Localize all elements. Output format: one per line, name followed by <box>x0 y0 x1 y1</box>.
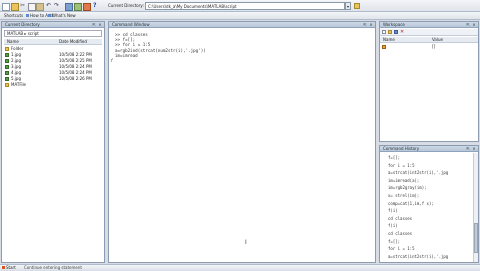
command-history-title: Command History <box>383 146 420 151</box>
column-value[interactable]: Value <box>432 37 443 43</box>
status-bar: Start Continue entering statement <box>0 264 480 270</box>
start-label: Start <box>6 265 16 270</box>
text-cursor-icon: I <box>245 239 247 246</box>
image-file-icon <box>5 59 9 63</box>
history-scrollbar[interactable] <box>473 153 478 262</box>
simulink-icon[interactable] <box>65 3 73 11</box>
scrollbar-thumb[interactable] <box>474 223 478 253</box>
undock-icon[interactable]: ⇱ <box>466 22 470 27</box>
cut-icon[interactable]: ✂ <box>20 3 26 9</box>
undock-icon[interactable]: ⇱ <box>92 22 96 27</box>
close-icon[interactable]: × <box>98 22 102 27</box>
folder-icon <box>5 47 9 51</box>
history-item[interactable]: f=[]; <box>388 155 400 160</box>
variable-value: [] <box>432 44 436 49</box>
command-line: im=imread <box>115 52 138 58</box>
current-directory-panel: Current Directory ⇱ × MATLAB ▸ script Na… <box>1 21 105 263</box>
open-folder-icon[interactable] <box>11 3 19 11</box>
workspace-panel: Workspace ⇱ × ✕ Name Value [] <box>379 21 479 142</box>
close-icon[interactable]: × <box>472 146 476 151</box>
history-item[interactable]: f(i) <box>388 223 398 228</box>
delete-icon[interactable]: ✕ <box>400 29 404 35</box>
guide-icon[interactable] <box>74 3 82 11</box>
add-icon <box>26 14 29 17</box>
workspace-header: Name Value <box>380 37 478 43</box>
help-icon[interactable]: ? <box>93 3 99 9</box>
undock-icon[interactable]: ⇱ <box>466 146 470 151</box>
image-file-icon <box>5 65 9 69</box>
image-file-icon <box>5 71 9 75</box>
history-item[interactable]: a=strcat(int2str(i),'.jpg <box>388 254 448 259</box>
history-item[interactable]: cd classes <box>388 231 412 236</box>
whats-new-link[interactable]: What's New <box>48 13 76 19</box>
history-item[interactable]: a=strcat(int2str(i),'.jpg <box>388 170 448 175</box>
fx-icon: f <box>111 58 113 63</box>
command-window-panel: Command Window ⇱ × >> cd classes >> f=[];… <box>108 21 376 263</box>
history-item[interactable]: f=[]; <box>388 239 400 244</box>
directory-path-bar[interactable]: MATLAB ▸ script <box>4 30 102 37</box>
redo-icon[interactable]: ↷ <box>54 3 60 9</box>
directory-header: Name Date Modified <box>4 39 102 45</box>
history-item[interactable]: for i = 1:5 <box>388 163 415 168</box>
history-item[interactable]: im=rgb2gray(im); <box>388 185 427 190</box>
directory-dropdown-icon[interactable]: ▾ <box>345 2 351 10</box>
column-name[interactable]: Name <box>7 39 19 45</box>
history-item[interactable]: for i = 1:5 <box>388 246 415 251</box>
current-directory-title: Current Directory <box>5 22 40 27</box>
new-file-icon[interactable] <box>2 3 10 11</box>
column-name[interactable]: Name <box>383 37 395 43</box>
file-list: Folder 1.jpg 10/5/08 2:22 PM 2.jpg 10/5/08 2… <box>4 46 102 260</box>
browse-folder-icon[interactable] <box>354 3 360 9</box>
history-item[interactable]: x= strel(im); <box>388 193 419 198</box>
history-list[interactable]: f=[]; for i = 1:5 a=strcat(int2str(i),'.jp… <box>380 153 472 262</box>
close-icon[interactable]: × <box>472 22 476 27</box>
matlab-logo-icon <box>2 266 5 269</box>
command-output[interactable]: >> cd classes >> f=[]; >> for i = 1:5 a=rgb… <box>109 30 375 262</box>
current-directory-titlebar: Current Directory ⇱ × <box>2 22 104 28</box>
undo-icon[interactable]: ↶ <box>46 3 52 9</box>
profiler-icon[interactable] <box>83 3 91 11</box>
new-variable-icon[interactable] <box>382 30 386 34</box>
workspace-title: Workspace <box>383 22 405 27</box>
folder-icon <box>5 83 9 87</box>
status-text: Continue entering statement <box>24 265 82 270</box>
command-history-titlebar: Command History ⇱ × <box>380 146 478 152</box>
open-variable-icon[interactable] <box>388 30 392 34</box>
path-crumb[interactable]: MATLAB <box>7 31 23 36</box>
history-item[interactable]: cd classes <box>388 216 412 221</box>
command-window-titlebar: Command Window ⇱ × <box>109 22 375 28</box>
command-window-title: Command Window <box>112 22 150 27</box>
workspace-row[interactable]: [] <box>380 44 478 50</box>
command-history-panel: Command History ⇱ × f=[]; for i = 1:5 a=st… <box>379 145 479 263</box>
paste-icon[interactable] <box>36 3 44 11</box>
current-directory-label: Current Directory: <box>108 3 144 8</box>
variable-icon <box>382 45 386 49</box>
workspace-titlebar: Workspace ⇱ × <box>380 22 478 28</box>
file-name: MATFile <box>11 82 27 87</box>
copy-icon[interactable] <box>28 3 36 11</box>
history-item[interactable]: f(i) <box>388 208 398 213</box>
column-date-modified[interactable]: Date Modified <box>59 39 87 45</box>
image-file-icon <box>5 53 9 57</box>
history-item[interactable]: im=imread(a); <box>388 178 419 183</box>
shortcuts-label[interactable]: Shortcuts <box>4 13 23 19</box>
new-icon <box>48 14 51 17</box>
shortcuts-bar: Shortcuts How to Add What's New <box>0 12 480 20</box>
save-icon[interactable] <box>394 30 398 34</box>
history-item[interactable]: comp=cat(1,im,f x); <box>388 201 434 206</box>
list-item[interactable]: MATFile <box>4 82 102 88</box>
path-sub[interactable]: script <box>28 31 39 36</box>
close-icon[interactable]: × <box>369 22 373 27</box>
main-toolbar: ✂ ↶ ↷ ? Current Directory: C:\Users\dk_a… <box>0 0 480 12</box>
start-button[interactable]: Start <box>2 265 16 271</box>
current-directory-field[interactable]: C:\Users\dk_a\My Documents\MATLAB\script <box>145 2 345 10</box>
whats-new-label: What's New <box>52 13 76 18</box>
image-file-icon <box>5 77 9 81</box>
undock-icon[interactable]: ⇱ <box>363 22 367 27</box>
workspace-toolbar: ✕ <box>380 29 478 36</box>
